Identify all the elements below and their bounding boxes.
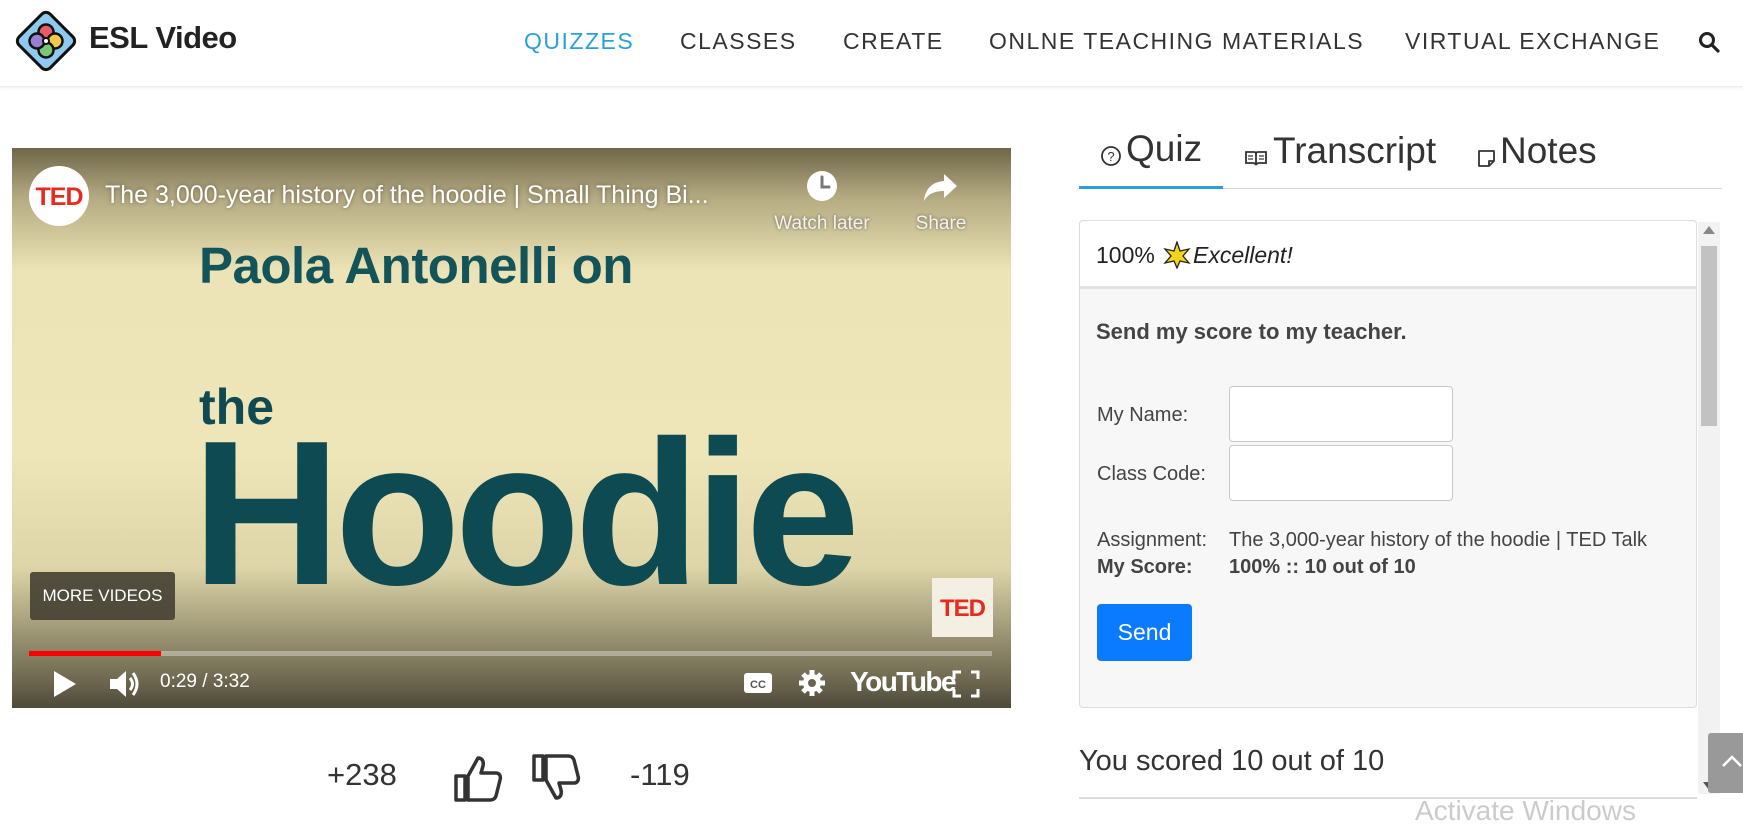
channel-avatar-label: TED	[35, 183, 84, 211]
send-score-heading: Send my score to my teacher.	[1096, 319, 1407, 344]
fullscreen-icon[interactable]	[952, 670, 980, 698]
video-player[interactable]: TED The 3,000-year history of the hoodie…	[12, 148, 1011, 708]
quiz-score-panel: 100% Excellent! Send my score to my teac…	[1079, 220, 1697, 708]
clock-icon	[807, 171, 837, 201]
video-progress-bar[interactable]	[29, 651, 992, 656]
slide-line-1: Paola Antonelli on	[199, 237, 633, 294]
result-text: You scored 10 out of 10	[1079, 745, 1385, 777]
active-tab-indicator	[1079, 186, 1223, 189]
svg-text:CC: CC	[750, 679, 766, 691]
score-header: 100% Excellent!	[1080, 221, 1696, 289]
star-icon	[1163, 241, 1191, 269]
nav-virtual-exchange[interactable]: VIRTUAL EXCHANGE	[1405, 28, 1660, 55]
esl-video-logo-icon[interactable]	[15, 10, 77, 72]
panel-scrollbar[interactable]	[1698, 222, 1720, 794]
brand-name[interactable]: ESL Video	[89, 20, 237, 56]
play-icon[interactable]	[50, 668, 80, 700]
upvote-count: +238	[327, 757, 397, 792]
watch-later-label: Watch later	[774, 213, 870, 234]
chevron-up-icon	[1722, 755, 1742, 767]
assignment-value: The 3,000-year history of the hoodie | T…	[1229, 529, 1648, 551]
captions-icon[interactable]: CC	[742, 670, 774, 696]
settings-gear-icon[interactable]	[797, 668, 827, 698]
name-input[interactable]	[1229, 386, 1453, 442]
nav-create[interactable]: CREATE	[843, 28, 944, 55]
name-label: My Name:	[1097, 404, 1189, 426]
watch-later-button[interactable]: Watch later	[762, 168, 882, 234]
video-time: 0:29 / 3:32	[160, 671, 250, 692]
score-value: 100% :: 10 out of 10	[1229, 556, 1416, 578]
volume-icon[interactable]	[108, 668, 142, 700]
slide-line-3: Hoodie	[192, 398, 860, 628]
send-button[interactable]: Send	[1097, 604, 1192, 661]
nav-online-teaching-materials[interactable]: ONLNE TEACHING MATERIALS	[989, 28, 1364, 55]
scroll-up-arrow-icon[interactable]	[1703, 226, 1715, 234]
share-label: Share	[915, 213, 967, 234]
class-code-label: Class Code:	[1097, 463, 1206, 485]
score-label: My Score:	[1097, 556, 1193, 578]
youtube-logo[interactable]: YouTube	[850, 666, 957, 698]
question-circle-icon: ?	[1101, 146, 1121, 166]
nav-quizzes[interactable]: QUIZZES	[524, 28, 634, 55]
svg-text:?: ?	[1107, 149, 1114, 164]
score-percent: 100%	[1096, 242, 1155, 268]
note-icon	[1478, 150, 1495, 167]
share-button[interactable]: Share	[881, 168, 1001, 234]
tab-quiz-label[interactable]: Quiz	[1126, 128, 1202, 170]
share-icon	[924, 174, 957, 201]
thumbs-up-icon[interactable]	[452, 752, 504, 804]
ted-corner-logo[interactable]: TED	[932, 578, 993, 637]
class-code-input[interactable]	[1229, 445, 1453, 501]
tab-transcript-label[interactable]: Transcript	[1273, 130, 1436, 172]
video-title[interactable]: The 3,000-year history of the hoodie | S…	[105, 181, 709, 210]
score-rating-word: Excellent!	[1193, 242, 1293, 268]
windows-activation-watermark: Activate Windows	[1415, 795, 1636, 826]
assignment-label: Assignment:	[1097, 529, 1208, 551]
ted-corner-label: TED	[940, 595, 986, 622]
book-icon	[1245, 151, 1267, 166]
search-icon[interactable]	[1697, 30, 1721, 54]
nav-classes[interactable]: CLASSES	[680, 28, 797, 55]
site-header: ESL Video QUIZZES CLASSES CREATE ONLNE T…	[0, 0, 1743, 87]
more-videos-button[interactable]: MORE VIDEOS	[30, 572, 175, 620]
downvote-count: -119	[630, 757, 690, 792]
thumbs-down-icon[interactable]	[530, 752, 582, 804]
scroll-thumb[interactable]	[1701, 246, 1717, 426]
tab-notes-label[interactable]: Notes	[1500, 130, 1597, 172]
video-progress-fill	[29, 651, 161, 656]
back-to-top-button[interactable]	[1708, 733, 1743, 793]
channel-avatar[interactable]: TED	[29, 166, 89, 226]
